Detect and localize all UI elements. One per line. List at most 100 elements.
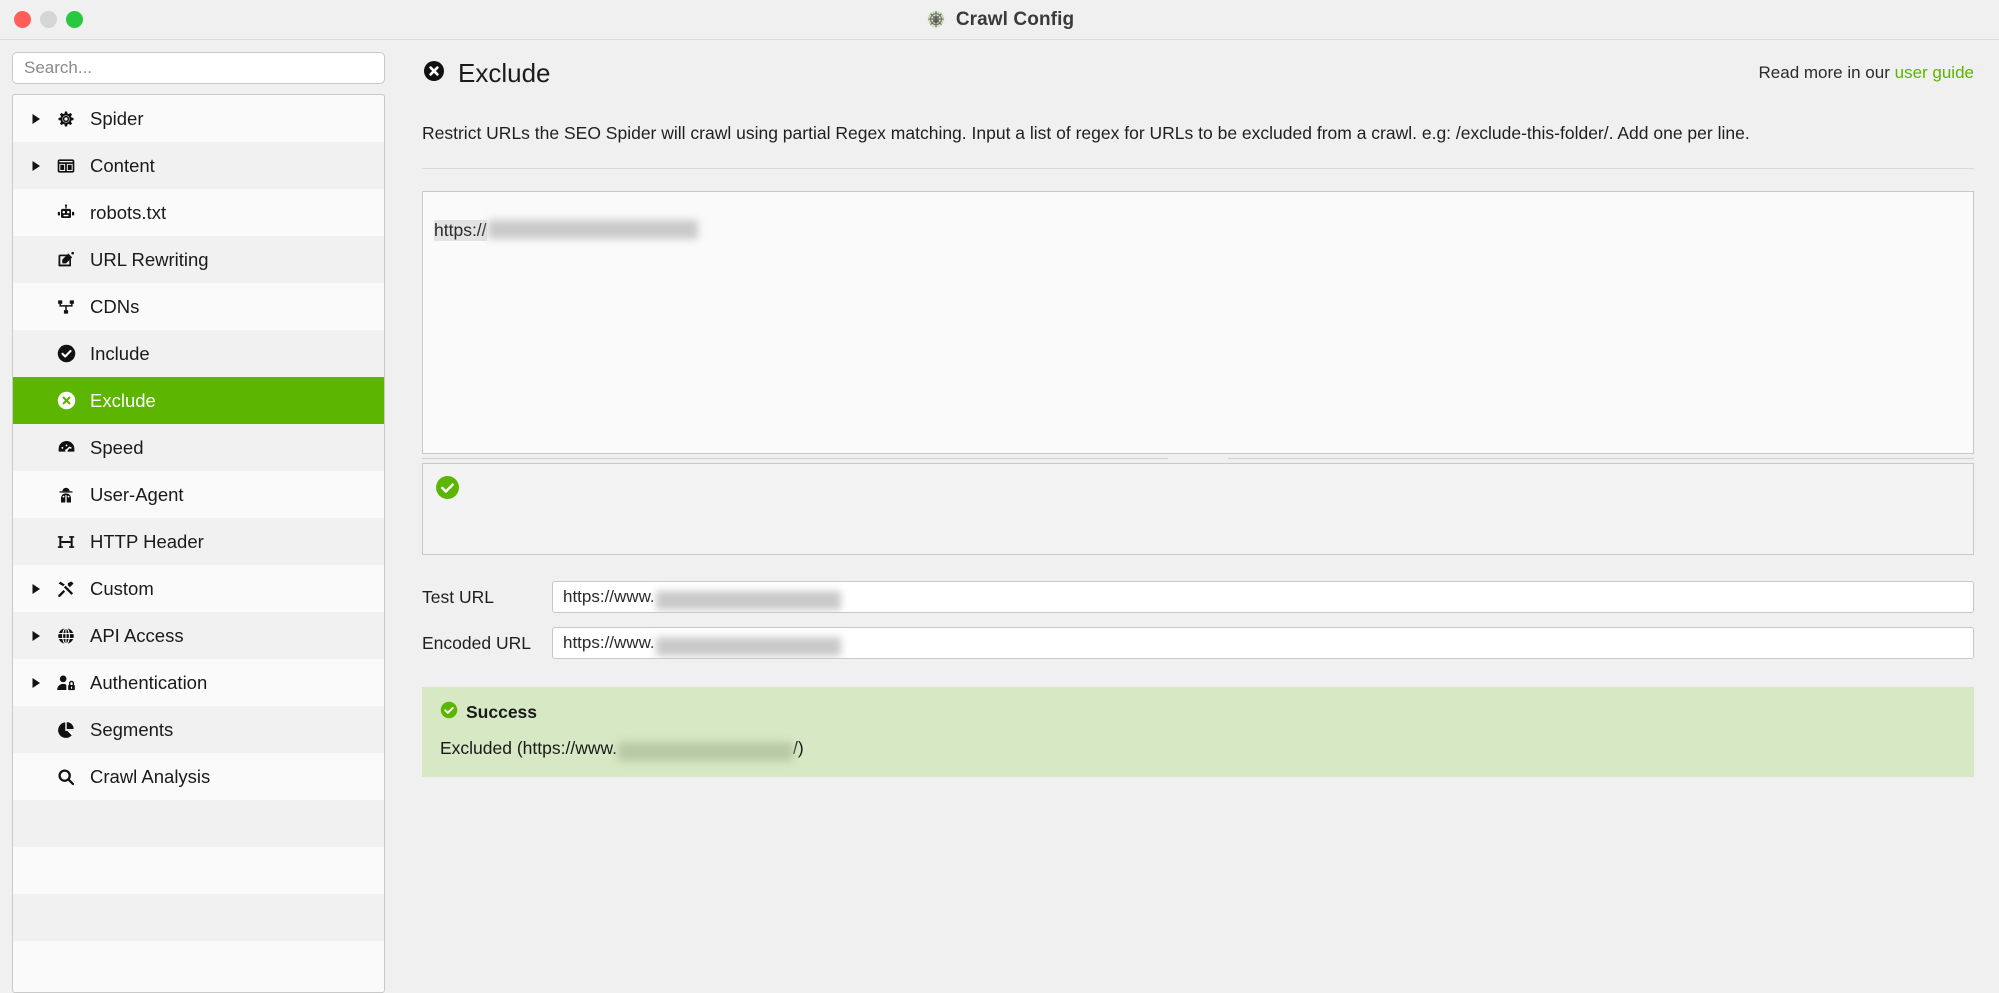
result-message-prefix: Excluded (https://www. <box>440 738 618 758</box>
test-url-value-prefix: https://www. <box>563 587 655 606</box>
sidebar-item-content[interactable]: Content <box>13 142 384 189</box>
content-header: Exclude Read more in our user guide <box>422 52 1974 94</box>
magnifier-icon <box>53 767 79 787</box>
config-tree: Spider Content robots.txt URL Rewriting CDNs… <box>12 94 385 993</box>
encoded-url-row: Encoded URL https://www. <box>422 627 1974 659</box>
check-circle-filled-icon <box>435 476 460 504</box>
chevron-right-icon[interactable] <box>31 677 53 689</box>
page-title: Exclude <box>458 57 551 88</box>
sidebar-item-user-agent[interactable]: User-Agent <box>13 471 384 518</box>
sidebar-item-label: Custom <box>90 577 154 599</box>
sidebar-item-url-rewriting[interactable]: URL Rewriting <box>13 236 384 283</box>
result-message: Excluded (https://www. /) <box>440 738 1956 761</box>
close-window-button[interactable] <box>14 11 31 28</box>
encoded-url-redacted-value <box>655 636 841 656</box>
sidebar-item-authentication[interactable]: Authentication <box>13 659 384 706</box>
maximize-window-button[interactable] <box>66 11 83 28</box>
sidebar-item-spider[interactable]: Spider <box>13 95 384 142</box>
check-circle-icon <box>53 343 79 364</box>
sidebar-item-label: User-Agent <box>90 483 184 505</box>
page-description: Restrict URLs the SEO Spider will crawl … <box>422 123 1750 143</box>
sidebar-item-include[interactable]: Include <box>13 330 384 377</box>
sitemap-icon <box>53 297 79 317</box>
sidebar-item-robots-txt[interactable]: robots.txt <box>13 189 384 236</box>
test-url-input[interactable]: https://www. <box>552 581 1974 613</box>
sidebar-item-label: HTTP Header <box>90 530 204 552</box>
chevron-right-icon[interactable] <box>31 630 53 642</box>
test-url-redacted-value <box>655 590 841 610</box>
help-prefix: Read more in our <box>1758 63 1895 82</box>
minimize-window-button[interactable] <box>40 11 57 28</box>
encoded-url-value-prefix: https://www. <box>563 633 655 652</box>
sidebar-item-label: API Access <box>90 624 184 646</box>
tree-empty-band <box>13 847 384 894</box>
sidebar-item-label: Speed <box>90 436 144 458</box>
sidebar-item-segments[interactable]: Segments <box>13 706 384 753</box>
test-url-label: Test URL <box>422 586 494 607</box>
globe-icon <box>53 626 79 646</box>
test-url-row: Test URL https://www. <box>422 581 1974 613</box>
user-lock-icon <box>53 673 79 693</box>
help-text: Read more in our user guide <box>1759 63 1974 83</box>
window-title-group: Crawl Config <box>0 0 1999 39</box>
chevron-right-icon[interactable] <box>31 113 53 125</box>
window-controls <box>0 11 83 28</box>
pie-chart-icon <box>53 720 79 740</box>
sidebar-item-label: Segments <box>90 718 174 740</box>
x-circle-icon <box>422 59 446 88</box>
sidebar-item-label: robots.txt <box>90 201 167 223</box>
window-title: Crawl Config <box>955 8 1075 30</box>
sidebar-item-custom[interactable]: Custom <box>13 565 384 612</box>
result-title: Success <box>466 702 538 722</box>
split-pane-grip[interactable] <box>1168 454 1228 463</box>
sidebar-item-http-header[interactable]: HTTP Header <box>13 518 384 565</box>
main-content: Exclude Read more in our user guide Rest… <box>397 40 1999 993</box>
dialog-body: Spider Content robots.txt URL Rewriting CDNs… <box>0 40 1999 993</box>
sidebar-item-label: URL Rewriting <box>90 248 209 270</box>
result-message-redacted-value <box>618 742 794 761</box>
sidebar-item-exclude[interactable]: Exclude <box>13 377 384 424</box>
search-input[interactable] <box>12 52 385 84</box>
gear-icon <box>53 109 79 129</box>
encoded-url-input: https://www. <box>552 627 1974 659</box>
sidebar-item-label: Content <box>90 154 155 176</box>
tree-empty-band <box>13 894 384 941</box>
spider-icon <box>925 9 947 31</box>
sidebar-item-cdns[interactable]: CDNs <box>13 283 384 330</box>
exclude-regex-textarea[interactable]: https:// <box>422 191 1974 454</box>
sidebar-item-label: CDNs <box>90 295 140 317</box>
check-circle-filled-icon <box>440 701 458 724</box>
edit-square-icon <box>53 250 79 270</box>
regex-status-panel <box>422 463 1974 555</box>
sidebar-item-speed[interactable]: Speed <box>13 424 384 471</box>
page-title-group: Exclude <box>422 58 551 89</box>
tools-icon <box>53 579 79 599</box>
result-message-suffix: /) <box>793 738 804 758</box>
letter-h-icon <box>53 532 79 552</box>
divider <box>422 168 1974 169</box>
sidebar-item-api-access[interactable]: API Access <box>13 612 384 659</box>
title-bar: Crawl Config <box>0 0 1999 40</box>
exclude-regex-prefix: https:// <box>434 220 487 241</box>
chevron-right-icon[interactable] <box>31 583 53 595</box>
split-pane-divider[interactable] <box>422 454 1974 463</box>
tree-empty-area <box>13 800 384 941</box>
url-test-fields: Test URL https://www. Encoded URL https:… <box>422 581 1974 673</box>
sidebar: Spider Content robots.txt URL Rewriting CDNs… <box>0 40 397 993</box>
sidebar-item-crawl-analysis[interactable]: Crawl Analysis <box>13 753 384 800</box>
sidebar-item-label: Include <box>90 342 150 364</box>
result-banner: Success Excluded (https://www. /) <box>422 687 1974 777</box>
columns-icon <box>53 156 79 176</box>
gauge-icon <box>53 437 79 458</box>
encoded-url-label: Encoded URL <box>422 632 531 653</box>
x-circle-icon <box>53 390 79 411</box>
user-guide-link[interactable]: user guide <box>1895 63 1974 82</box>
sidebar-item-label: Spider <box>90 107 144 129</box>
chevron-right-icon[interactable] <box>31 160 53 172</box>
sidebar-item-label: Authentication <box>90 671 208 693</box>
exclude-regex-redacted-value <box>487 220 698 239</box>
tree-empty-band <box>13 800 384 847</box>
detective-icon <box>53 485 79 505</box>
sidebar-item-label: Crawl Analysis <box>90 765 211 787</box>
result-title-row: Success <box>440 701 1956 724</box>
